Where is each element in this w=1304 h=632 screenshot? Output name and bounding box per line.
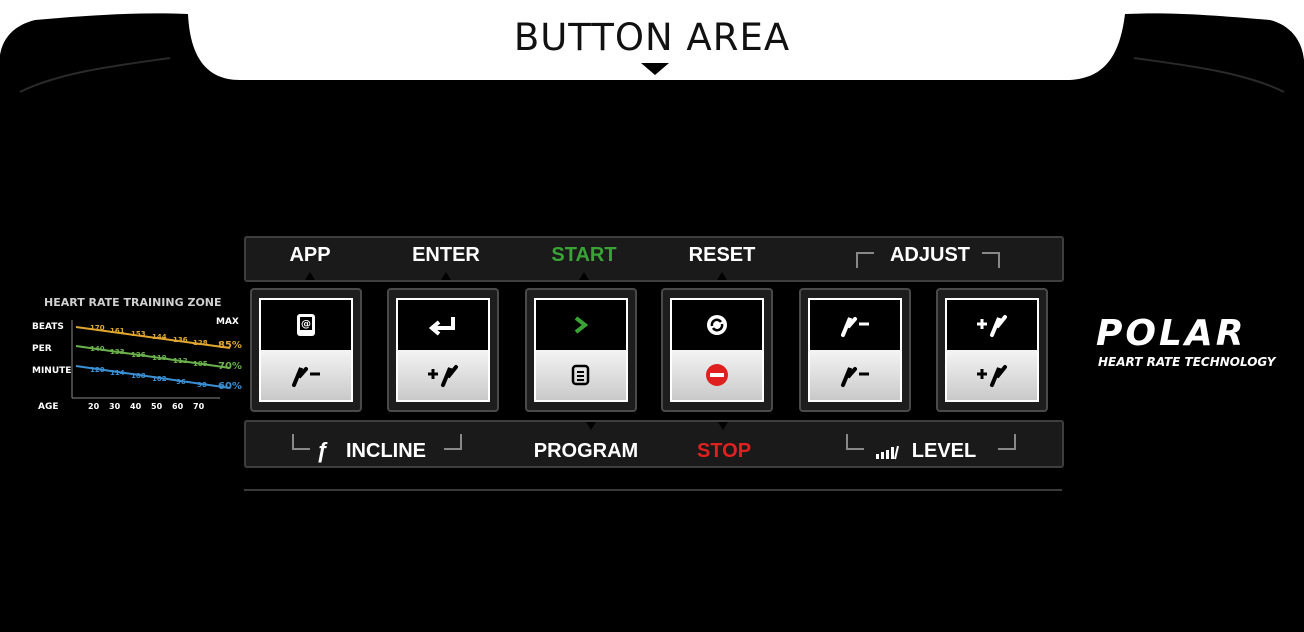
adjust-bracket-right: [982, 252, 1000, 268]
start-program-button[interactable]: [525, 288, 637, 412]
incline-up-icon: [398, 350, 488, 400]
adjust-up-level-up-button[interactable]: [936, 288, 1048, 412]
start-pointer-icon: [579, 272, 589, 280]
start-label: START: [551, 244, 617, 266]
zone-85-percent: 85%: [218, 340, 242, 351]
program-label: PROGRAM: [533, 440, 639, 462]
level-up-icon: [947, 350, 1037, 400]
zone-60-v1: 114: [110, 369, 125, 377]
program-icon: [536, 350, 626, 400]
age-30: 30: [109, 402, 121, 411]
zone-70-v5: 105: [193, 360, 208, 368]
age-70: 70: [193, 402, 205, 411]
reset-label: RESET: [688, 244, 756, 266]
zone-60-v3: 102: [152, 375, 167, 383]
zone-70-v4: 112: [173, 357, 188, 365]
program-pointer-icon: [586, 422, 596, 430]
reset-pointer-icon: [717, 272, 727, 280]
age-50: 50: [151, 402, 163, 411]
adjust-bracket-left: [856, 252, 874, 268]
svg-text:@: @: [301, 319, 311, 330]
zone-70-v3: 119: [152, 354, 167, 362]
stop-pointer-icon: [718, 422, 728, 430]
enter-label: ENTER: [412, 244, 480, 266]
age-60: 60: [172, 402, 184, 411]
adjust-label: ADJUST: [889, 244, 970, 266]
zone-70-percent: 70%: [218, 361, 242, 372]
zone-60-v4: 96: [176, 378, 186, 386]
reset-icon: [672, 300, 762, 350]
zone-85-v3: 144: [152, 333, 167, 341]
app-label: APP: [289, 244, 331, 266]
incline-down-icon: [261, 350, 351, 400]
zone-85-v0: 170: [90, 324, 105, 332]
level-label: LEVEL: [911, 440, 977, 462]
zone-70-v2: 126: [131, 351, 146, 359]
start-icon: [536, 300, 626, 350]
age-20: 20: [88, 402, 100, 411]
adjust-down-level-down-button[interactable]: [799, 288, 911, 412]
polar-tagline: HEART RATE TECHNOLOGY: [1098, 355, 1276, 369]
zone-85-v2: 153: [131, 330, 146, 338]
zone-85-v1: 161: [110, 327, 125, 335]
zone-60-v2: 108: [131, 372, 146, 380]
age-40: 40: [130, 402, 142, 411]
reset-stop-button[interactable]: [661, 288, 773, 412]
incline-bracket-left: [292, 434, 310, 450]
zone-85-v5: 128: [193, 339, 208, 347]
zone-85-v4: 136: [173, 336, 188, 344]
stop-label: STOP: [696, 440, 752, 462]
level-bracket-left: [846, 434, 864, 450]
stop-icon: [672, 350, 762, 400]
zone-70-v0: 140: [90, 345, 105, 353]
zone-60-v0: 120: [90, 366, 105, 374]
incline-label: INCLINE: [346, 440, 426, 462]
adjust-up-icon: [947, 300, 1037, 350]
level-down-icon: [810, 350, 900, 400]
zone-60-percent: 60%: [218, 381, 242, 392]
enter-pointer-icon: [441, 272, 451, 280]
zone-60-v5: 90: [197, 381, 207, 389]
enter-icon: [398, 300, 488, 350]
app-incline-down-button[interactable]: @: [250, 288, 362, 412]
app-pointer-icon: [305, 272, 315, 280]
zone-70-v1: 133: [110, 348, 125, 356]
enter-incline-up-button[interactable]: [387, 288, 499, 412]
adjust-down-icon: [810, 300, 900, 350]
app-icon: @: [261, 300, 351, 350]
hr-heading: HEART RATE TRAINING ZONE: [44, 296, 222, 309]
polar-logo: POLAR: [1096, 313, 1247, 354]
